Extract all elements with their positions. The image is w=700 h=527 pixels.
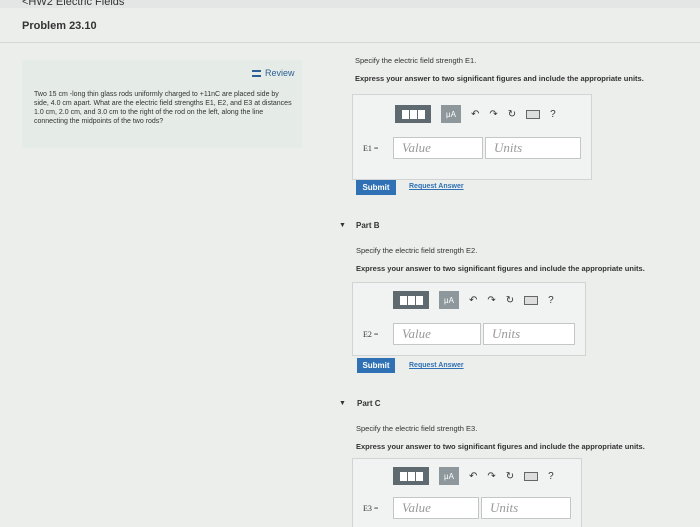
units-button[interactable]: μA (439, 291, 459, 309)
part-c-instruction: Express your answer to two significant f… (356, 442, 645, 451)
part-b-answer-box: μA ↶ ↷ ↻ ? E2 = Value Units (352, 282, 586, 356)
caret-down-icon[interactable]: ▼ (339, 400, 346, 407)
problem-statement: Two 15 cm -long thin glass rods uniforml… (34, 91, 292, 125)
part-b-toolbar: μA ↶ ↷ ↻ ? (393, 291, 554, 309)
part-a-field-label: E1 = (363, 143, 379, 153)
problem-title: Problem 23.10 (22, 20, 97, 32)
units-button[interactable]: μA (441, 105, 461, 123)
part-a-answer-box: μA ↶ ↷ ↻ ? E1 = Value Units (352, 94, 592, 180)
reset-icon[interactable]: ↻ (508, 109, 516, 120)
undo-icon[interactable]: ↶ (469, 295, 477, 306)
part-a-submit-button[interactable]: Submit (356, 180, 396, 195)
back-link[interactable]: <HW2 Electric Fields (22, 0, 124, 8)
redo-icon[interactable]: ↷ (489, 109, 497, 120)
part-c-answer-box: μA ↶ ↷ ↻ ? E3 = Value Units (352, 458, 582, 527)
keyboard-icon[interactable] (524, 471, 539, 481)
templates-button[interactable] (395, 105, 431, 123)
part-c-toolbar: μA ↶ ↷ ↻ ? (393, 467, 554, 485)
keyboard-icon[interactable] (526, 109, 541, 119)
review-button[interactable]: Review (252, 68, 295, 78)
part-a-request-answer-link[interactable]: Request Answer (409, 183, 464, 190)
review-icon (252, 69, 261, 77)
part-b-submit-button[interactable]: Submit (357, 358, 395, 373)
part-a-field-row: E1 = Value Units (363, 137, 581, 159)
part-a-units-input[interactable]: Units (485, 137, 581, 159)
help-button[interactable]: ? (548, 471, 554, 482)
part-c-field-row: E3 = Value Units (363, 497, 571, 519)
part-b-instruction: Express your answer to two significant f… (356, 264, 645, 273)
part-c-field-label: E3 = (363, 503, 379, 513)
part-b-field-label: E2 = (363, 329, 379, 339)
part-b-prompt: Specify the electric field strength E2. (356, 246, 478, 255)
review-label: Review (265, 68, 295, 78)
undo-icon[interactable]: ↶ (469, 471, 477, 482)
part-b-field-row: E2 = Value Units (363, 323, 575, 345)
keyboard-icon[interactable] (524, 295, 539, 305)
part-a-toolbar: μA ↶ ↷ ↻ ? (395, 105, 556, 123)
help-button[interactable]: ? (548, 295, 554, 306)
undo-icon[interactable]: ↶ (471, 109, 479, 120)
part-b-value-input[interactable]: Value (393, 323, 481, 345)
part-a-prompt: Specify the electric field strength E1. (355, 56, 477, 65)
part-c-value-input[interactable]: Value (393, 497, 479, 519)
redo-icon[interactable]: ↷ (487, 295, 495, 306)
part-c-prompt: Specify the electric field strength E3. (356, 424, 478, 433)
reset-icon[interactable]: ↻ (506, 471, 514, 482)
part-a-value-input[interactable]: Value (393, 137, 483, 159)
part-b-request-answer-link[interactable]: Request Answer (409, 362, 464, 369)
part-b-label[interactable]: Part B (356, 221, 380, 230)
caret-down-icon[interactable]: ▼ (339, 222, 346, 229)
header-divider (0, 42, 700, 43)
templates-button[interactable] (393, 467, 429, 485)
templates-button[interactable] (393, 291, 429, 309)
redo-icon[interactable]: ↷ (487, 471, 495, 482)
units-button[interactable]: μA (439, 467, 459, 485)
part-b-units-input[interactable]: Units (483, 323, 575, 345)
part-c-label[interactable]: Part C (357, 399, 381, 408)
part-c-units-input[interactable]: Units (481, 497, 571, 519)
reset-icon[interactable]: ↻ (506, 295, 514, 306)
part-a-instruction: Express your answer to two significant f… (355, 74, 644, 83)
help-button[interactable]: ? (550, 109, 556, 120)
